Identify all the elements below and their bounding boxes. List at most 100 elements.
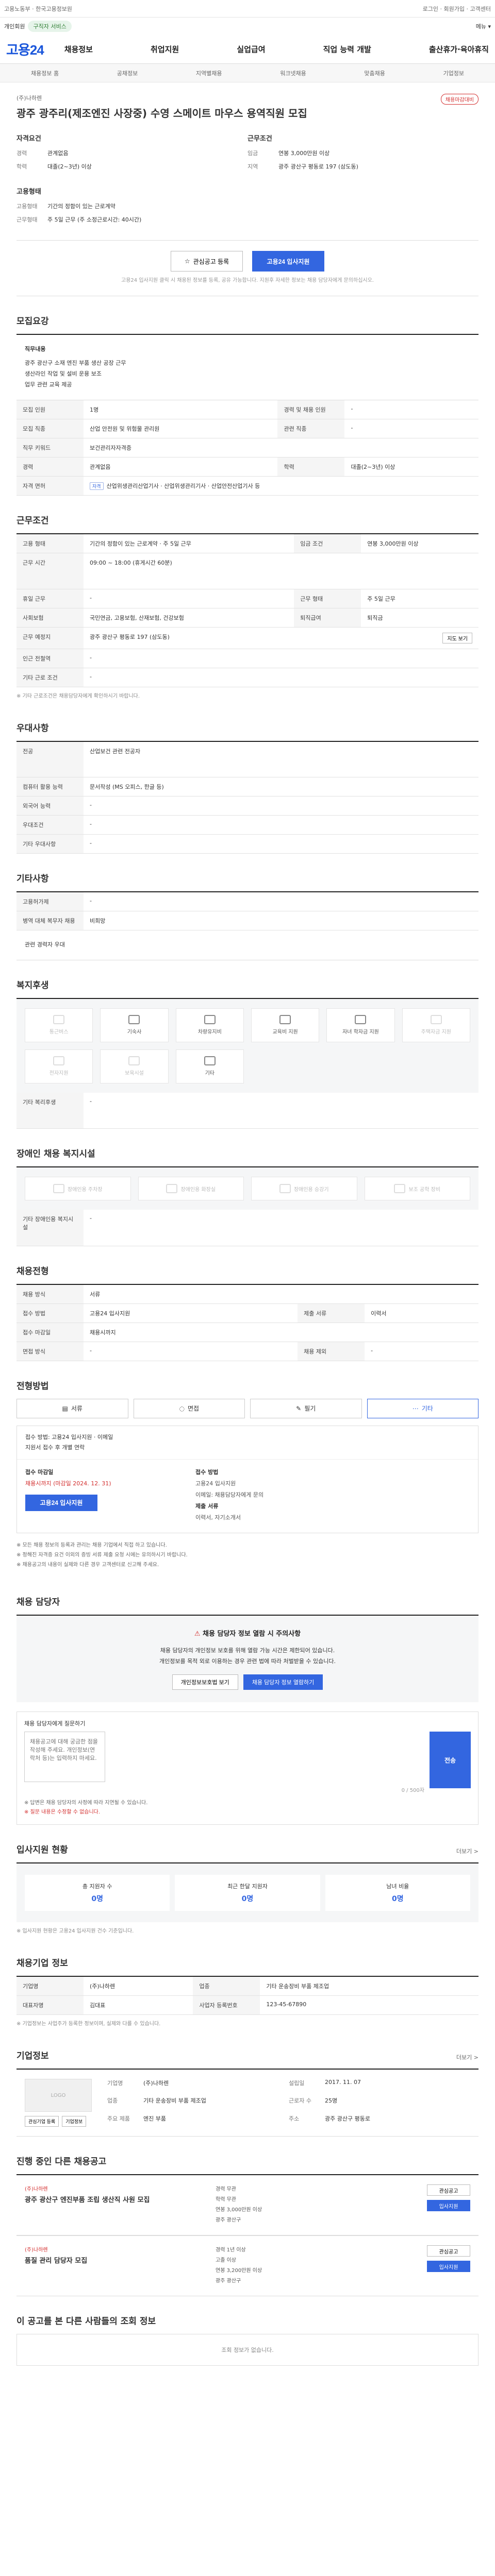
row-key: 근무 시간 <box>16 553 84 589</box>
info-value: 2017. 11. 07 <box>325 2079 361 2086</box>
table-row: 근무 예정지 광주 광산구 평동로 197 (삼도동) 지도 보기 <box>16 627 478 649</box>
tab-interview[interactable]: ◌ 면접 <box>133 1398 245 1418</box>
subnav-public[interactable]: 공채정보 <box>117 69 138 77</box>
job-hero: (주)나하렌 광주 광주리(제조엔진 사장중) 수영 스메이트 마우스 용역직원… <box>16 82 478 241</box>
section-title: 모집요강 <box>16 316 49 327</box>
row-key: 기타 우대사항 <box>16 834 84 854</box>
top-links[interactable]: 로그인 · 회원가입 · 고객센터 <box>423 5 491 13</box>
job-scrap-button[interactable]: 관심공고 <box>427 2245 470 2257</box>
privacy-law-button[interactable]: 개인정보보호법 보기 <box>172 1674 238 1690</box>
recruitment-table: 모집 인원 1명 경력 및 채용 인원 - 모집 직종 산업 안전원 및 위험물 관리원… <box>16 400 478 496</box>
method-apply-button[interactable]: 고용24 입사지원 <box>25 1494 97 1511</box>
kv-value: 대졸(2~3년) 이상 <box>47 163 92 170</box>
apply-tabs: ▤ 서류 ◌ 면접 ✎ 필기 ⋯ 기타 <box>16 1398 478 1418</box>
row-value: 주 5일 근무 <box>361 589 478 608</box>
more-icon <box>204 1056 216 1066</box>
tab-other[interactable]: ⋯ 기타 <box>367 1398 478 1418</box>
row-key: 우대조건 <box>16 815 84 835</box>
company-logo: LOGO <box>25 2079 92 2112</box>
gnb-skills[interactable]: 직업 능력 개발 <box>323 44 371 55</box>
license-tag: 자격 <box>90 482 104 490</box>
subnav-worknet[interactable]: 워크넷채용 <box>280 69 306 77</box>
kv-key: 경력 <box>16 150 27 157</box>
info-key: 근로자 수 <box>289 2097 311 2105</box>
row-value: - <box>84 815 478 835</box>
job-card[interactable]: (주)나하렌 광주 광산구 엔진부품 조립 생산직 사원 모집 경력 무관 학력… <box>16 2174 478 2236</box>
recruiter-note: ※ 기업정보는 사업주가 등록한 정보이며, 실제와 다를 수 있습니다. <box>16 2021 161 2027</box>
section-title: 복지후생 <box>16 980 49 991</box>
scrap-button[interactable]: ☆ 관심공고 등록 <box>171 251 243 272</box>
job-scrap-button[interactable]: 관심공고 <box>427 2184 470 2196</box>
section-title: 전형방법 <box>16 1381 49 1392</box>
job-card-title[interactable]: 광주 광산구 엔진부품 조립 생산직 사원 모집 <box>25 2195 195 2206</box>
subnav-home[interactable]: 채용정보 홈 <box>31 69 59 77</box>
info-key: 주소 <box>289 2115 300 2122</box>
section-title: 근무조건 <box>16 515 49 526</box>
job-card[interactable]: (주)나하렌 품질 관리 담당자 모집 경력 1년 이상 고졸 이상 연봉 3,… <box>16 2235 478 2297</box>
table-row: 모집 직종 산업 안전원 및 위험물 관리원 관련 직종 - <box>16 419 478 438</box>
follow-company-button[interactable]: 관심기업 등록 <box>25 2116 59 2127</box>
subnav-region[interactable]: 지역별채용 <box>196 69 222 77</box>
method-item: 고용24 입사지원 <box>195 1480 236 1487</box>
site-logo[interactable]: 고용24 <box>6 40 44 59</box>
row-key: 근무 예정지 <box>16 627 84 649</box>
sub-nav: 채용정보 홈 공채정보 지역별채용 워크넷채용 맞춤채용 기업정보 <box>0 64 495 82</box>
job-info: 경력 무관 <box>216 2187 236 2193</box>
subnav-custom[interactable]: 맞춤채용 <box>364 69 385 77</box>
gnb-jobs[interactable]: 채용정보 <box>64 44 93 55</box>
section-title: 장애인 채용 복지시설 <box>16 1149 95 1160</box>
kv-value: 관계없음 <box>47 150 69 157</box>
inquiry-send-button[interactable]: 전송 <box>430 1732 471 1789</box>
job-card-title[interactable]: 품질 관리 담당자 모집 <box>25 2256 195 2266</box>
tab-document[interactable]: ▤ 서류 <box>16 1398 128 1418</box>
note-line: ※ 질문 내용은 수정할 수 없습니다. <box>24 1809 101 1816</box>
manager-warn: ⚠ 채용 담당자 정보 열람 시 주의사항 <box>16 1628 478 1641</box>
job-info: 광주 광산구 <box>216 2278 241 2284</box>
manager-desc: 개인정보를 목적 외로 이용하는 경우 관련 법에 따라 처벌받을 수 있습니다… <box>159 1658 336 1665</box>
row-value: 기간의 정함이 있는 근로계약 · 주 5일 근무 <box>84 533 294 553</box>
disability-extra-table: 기타 장애인용 복지시설 - <box>16 1210 478 1246</box>
row-value: 국민연금, 고용보험, 산재보험, 건강보험 <box>84 608 294 628</box>
top-agencies: 고용노동부 · 한국고용정보원 <box>4 5 72 12</box>
row-value: 서류 <box>84 1284 478 1304</box>
parking-icon <box>53 1184 64 1194</box>
job-apply-button[interactable]: 입사지원 <box>427 2261 470 2273</box>
row-value: - <box>84 589 294 608</box>
tab-label: 서류 <box>71 1405 82 1413</box>
docs-label: 제출 서류 <box>195 1502 219 1510</box>
more-link[interactable]: 더보기 > <box>456 1847 478 1855</box>
work-table: 고용 형태 기간의 정함이 있는 근로계약 · 주 5일 근무 임금 조건 연봉 3,… <box>16 533 478 687</box>
menu-toggle[interactable]: 메뉴 ▾ <box>476 22 491 30</box>
document-icon: ▤ <box>62 1404 68 1412</box>
gnb-unemployment-benefit[interactable]: 실업급여 <box>237 44 265 55</box>
work-condition-section: 근무조건 고용 형태 기간의 정함이 있는 근로계약 · 주 5일 근무 임금 조건… <box>16 496 478 703</box>
subnav-company[interactable]: 기업정보 <box>443 69 464 77</box>
view-manager-button[interactable]: 채용 담당자 정보 열람하기 <box>243 1674 323 1690</box>
summary-qualification-title: 자격요건 <box>16 135 41 143</box>
welfare-section: 복지후생 통근버스 기숙사 차량유지비 교육비 지원 자녀 학자금 지원 주택자… <box>16 960 478 1129</box>
deadline-value: 채용시까지 (마감일 2024. 12. 31) <box>25 1480 111 1487</box>
gnb-parental-leave[interactable]: 출산휴가·육아휴직 <box>429 44 489 55</box>
table-row: 기업명 (주)나하렌 업종 기타 운송장비 부품 제조업 <box>16 1976 478 1996</box>
job-apply-button[interactable]: 입사지원 <box>427 2200 470 2212</box>
car-icon <box>204 1015 216 1025</box>
row-value: - <box>365 1342 478 1361</box>
company-name[interactable]: (주)나하렌 <box>16 94 478 102</box>
row-value: 연봉 3,000만원 이상 <box>361 533 478 553</box>
apply-note: 고용24 입사지원 클릭 시 채용된 정보를 등록, 공유 가능합니다. 지원후… <box>16 276 478 296</box>
stat-label: 남녀 비율 <box>386 1883 409 1890</box>
map-button[interactable]: 지도 보기 <box>442 632 472 643</box>
company-info-button[interactable]: 기업정보 <box>62 2116 87 2127</box>
note-line: ※ 채용공고의 내용이 실제와 다른 경우 고객센터로 신고해 주세요. <box>16 1562 159 1568</box>
tab-written[interactable]: ✎ 필기 <box>250 1398 362 1418</box>
apply-button[interactable]: 고용24 입사지원 <box>252 251 324 272</box>
etc-section: 기타사항 고용허가제 - 병역 대체 복무자 채용 비희망 관련 경력자 우대 <box>16 854 478 960</box>
row-key: 휴일 근무 <box>16 589 84 608</box>
member-service-pill[interactable]: 구직자 서비스 <box>28 21 72 32</box>
inquiry-textarea[interactable] <box>24 1732 105 1783</box>
more-link[interactable]: 더보기 > <box>456 2053 478 2061</box>
table-row: 기타 복리후생 - <box>16 1092 478 1129</box>
gnb-employment-support[interactable]: 취업지원 <box>151 44 179 55</box>
disability-card: 장애인용 주차장 <box>25 1177 131 1201</box>
deadline-badge: 채용마감대비 <box>440 94 478 105</box>
